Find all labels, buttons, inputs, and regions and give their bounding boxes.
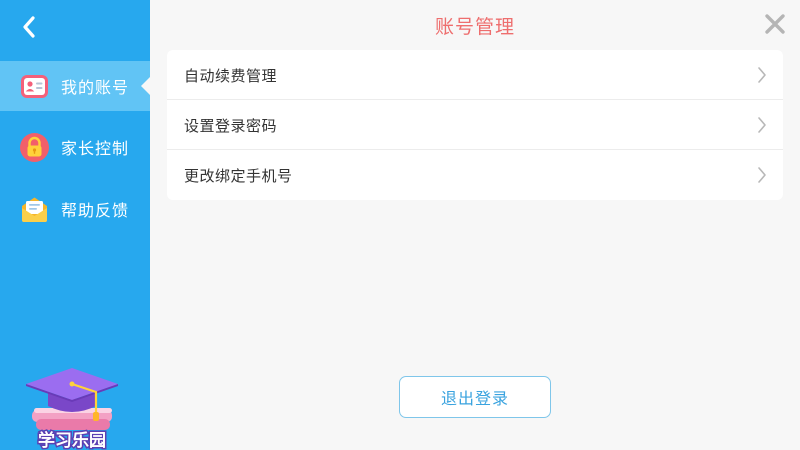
sidebar-item-label: 家长控制 xyxy=(61,139,130,158)
sidebar-item-help-feedback[interactable]: 帮助反馈 xyxy=(0,184,150,234)
close-icon[interactable] xyxy=(764,13,786,35)
sidebar-item-label: 帮助反馈 xyxy=(61,201,130,220)
logout-button[interactable]: 退出登录 xyxy=(399,376,551,418)
sidebar-item-my-account[interactable]: 我的账号 xyxy=(0,61,150,111)
sidebar-item-label: 我的账号 xyxy=(61,78,130,97)
lock-icon xyxy=(20,133,49,162)
id-card-icon xyxy=(21,75,48,98)
chevron-right-icon xyxy=(758,67,766,83)
menu-item-label: 设置登录密码 xyxy=(184,116,278,135)
menu-item-label: 更改绑定手机号 xyxy=(184,166,293,185)
logo-text: 学习乐园 xyxy=(38,430,106,450)
menu-item-auto-renewal[interactable]: 自动续费管理 xyxy=(167,50,783,100)
back-button[interactable] xyxy=(12,10,46,44)
chevron-right-icon xyxy=(758,117,766,133)
sidebar: 我的账号 家长控制 帮助反馈 学习乐园 xyxy=(0,0,150,450)
chevron-right-icon xyxy=(758,167,766,183)
active-indicator xyxy=(141,77,150,95)
page-title: 账号管理 xyxy=(434,16,515,38)
chevron-left-icon xyxy=(23,16,35,38)
sidebar-item-parental-control[interactable]: 家长控制 xyxy=(0,122,150,172)
mail-icon xyxy=(22,197,47,222)
graduation-cap-logo: 学习乐园 xyxy=(26,368,118,450)
account-settings-card: 自动续费管理 设置登录密码 更改绑定手机号 xyxy=(167,50,783,200)
menu-item-label: 自动续费管理 xyxy=(184,66,278,85)
menu-item-set-login-password[interactable]: 设置登录密码 xyxy=(167,100,783,150)
menu-item-change-phone[interactable]: 更改绑定手机号 xyxy=(167,150,783,200)
